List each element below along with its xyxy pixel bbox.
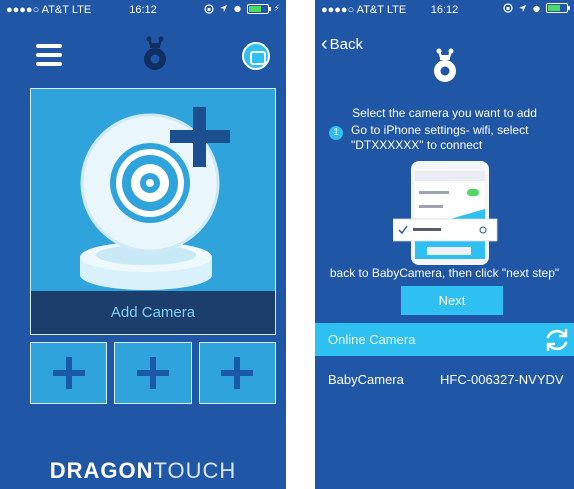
brand-bold: DRAGON [49, 458, 154, 483]
status-bar: ●●●●○ AT&T LTE 16:12 [315, 0, 574, 20]
camera-name: BabyCamera [328, 372, 404, 387]
alarm-icon [234, 5, 241, 13]
online-camera-header: Online Camera [315, 323, 574, 356]
back-instruction: back to BabyCamera, then click "next ste… [329, 266, 560, 280]
add-camera-card[interactable]: Add Camera [30, 88, 276, 335]
status-icons [503, 3, 570, 13]
back-button[interactable]: ‹ Back [321, 32, 364, 55]
next-button[interactable]: Next [401, 286, 503, 315]
camera-slot-2[interactable] [114, 342, 192, 404]
home-screen: ●●●●○ AT&T LTE 16:12 ⚡ Add Camera DRAGON… [0, 0, 286, 489]
location-icon [219, 4, 227, 13]
lock-rotation-icon [503, 3, 513, 13]
back-label: Back [329, 36, 364, 53]
message-button[interactable] [242, 42, 270, 70]
status-bar: ●●●●○ AT&T LTE 16:12 ⚡ [0, 0, 286, 20]
plus-icon [234, 357, 241, 389]
message-icon [250, 51, 266, 65]
chevron-left-icon: ‹ [321, 32, 328, 55]
step-text: Go to iPhone settings- wifi, select "DTX… [351, 123, 529, 152]
battery-icon [546, 3, 570, 13]
wifi-settings-illustration [393, 161, 498, 265]
robot-logo-icon [144, 36, 166, 70]
camera-add-icon [80, 107, 230, 290]
plus-icon [149, 357, 156, 389]
menu-icon[interactable] [36, 44, 62, 66]
select-camera-title: Select the camera you want to add [352, 106, 537, 120]
location-icon [518, 4, 527, 12]
robot-logo-icon [434, 48, 456, 82]
charging-icon: ⚡ [273, 3, 280, 13]
battery-icon [246, 3, 271, 14]
status-icons: ⚡ [204, 3, 280, 14]
camera-slot-3[interactable] [198, 342, 276, 404]
alarm-icon [533, 5, 540, 12]
camera-slots [30, 342, 276, 404]
brand-light: TOUCH [153, 458, 237, 483]
online-camera-label: Online Camera [328, 332, 416, 347]
add-camera-label: Add Camera [31, 291, 275, 334]
lock-rotation-icon [204, 3, 214, 14]
camera-list-item[interactable]: BabyCamera HFC-006327-NVYDV [328, 372, 564, 387]
brand-logo: DRAGONTOUCH [0, 458, 286, 484]
camera-slot-1[interactable] [30, 342, 108, 404]
step-number: 1 [329, 126, 343, 140]
add-camera-screen: ●●●●○ AT&T LTE 16:12 ‹ Back Select the c… [315, 0, 574, 489]
step-1: 1 Go to iPhone settings- wifi, select "D… [329, 123, 569, 153]
camera-id: HFC-006327-NVYDV [440, 372, 564, 387]
refresh-icon[interactable] [544, 327, 570, 353]
plus-icon [65, 357, 72, 389]
